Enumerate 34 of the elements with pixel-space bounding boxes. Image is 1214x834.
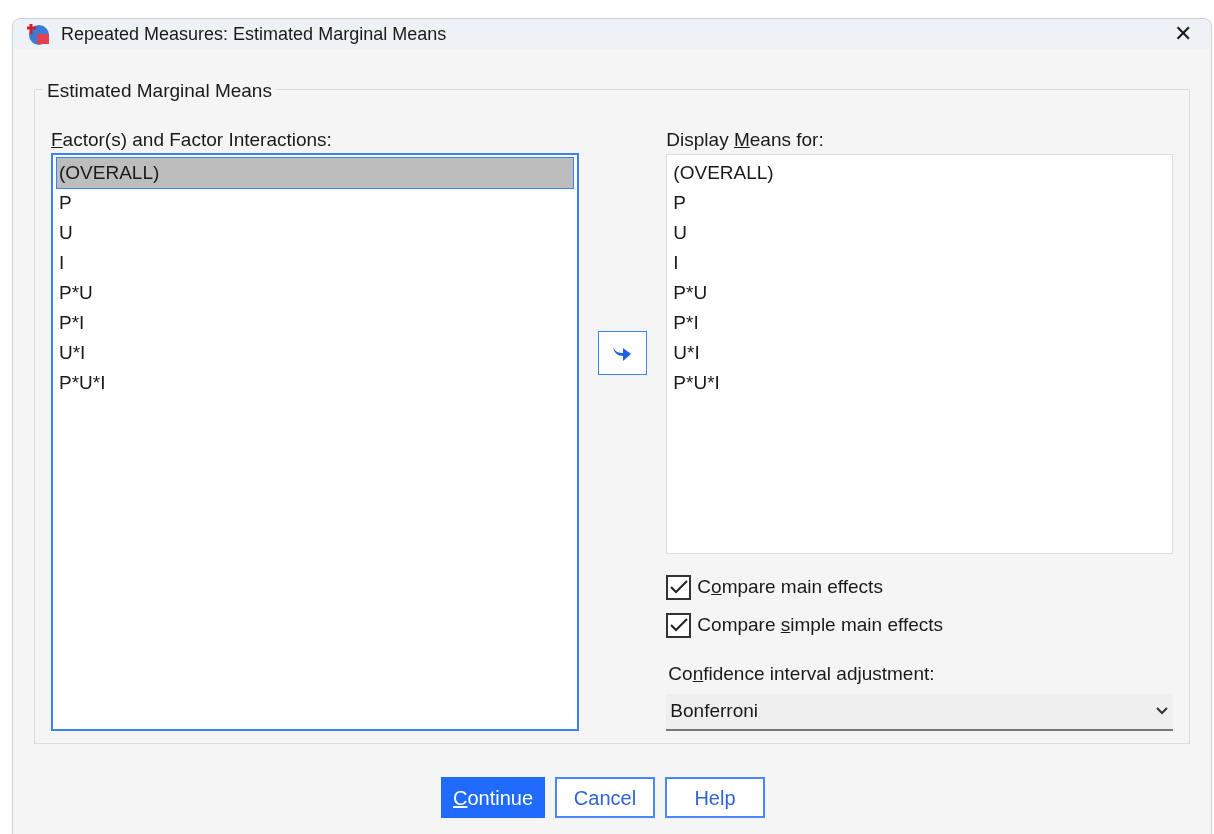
dialog-button[interactable]: Cancel <box>555 777 655 818</box>
list-item[interactable]: (OVERALL) <box>671 158 1168 188</box>
list-item[interactable]: P*I <box>671 308 1168 338</box>
list-item[interactable]: P*U <box>57 278 573 308</box>
list-item[interactable]: U <box>671 218 1168 248</box>
list-item[interactable]: P*I <box>57 308 573 338</box>
list-item[interactable]: U*I <box>671 338 1168 368</box>
list-item[interactable]: U*I <box>57 338 573 368</box>
list-label: Display Means for: <box>666 128 825 152</box>
dialog-button[interactable]: Help <box>665 777 765 818</box>
checkbox-label: Compare main effects <box>697 574 883 599</box>
list-item[interactable]: P*U <box>671 278 1168 308</box>
list-item[interactable]: P <box>57 188 573 218</box>
checkbox[interactable] <box>666 612 692 638</box>
list-item[interactable]: (OVERALL) <box>57 158 573 188</box>
dropdown-label: Confidence interval adjustment: <box>668 662 936 686</box>
chevron-down-icon <box>1155 706 1169 716</box>
list-item[interactable]: P*U*I <box>671 368 1168 398</box>
window-title: Repeated Measures: Estimated Marginal Means <box>61 22 448 46</box>
list-item[interactable]: P <box>671 188 1168 218</box>
close-button[interactable]: ✕ <box>1165 19 1201 49</box>
continue-button[interactable]: Continue <box>441 777 545 818</box>
list-box[interactable]: (OVERALL) P U I P*U P*I U*I P*U*I <box>51 153 579 731</box>
list-item[interactable]: I <box>671 248 1168 278</box>
list-item[interactable]: U <box>57 218 573 248</box>
checkbox[interactable] <box>666 574 692 600</box>
list-box[interactable]: (OVERALL) P U I P*U P*I U*I P*U*I <box>666 154 1173 554</box>
list-item[interactable]: I <box>57 248 573 278</box>
list-item[interactable]: P*U*I <box>57 368 573 398</box>
move-right-button[interactable] <box>597 331 647 375</box>
table-app-icon <box>27 22 51 46</box>
dropdown[interactable]: Bonferroni <box>666 693 1173 731</box>
list-label: Factor(s) and Factor Interactions: <box>51 128 333 152</box>
checkbox-label: Compare simple main effects <box>697 612 944 637</box>
